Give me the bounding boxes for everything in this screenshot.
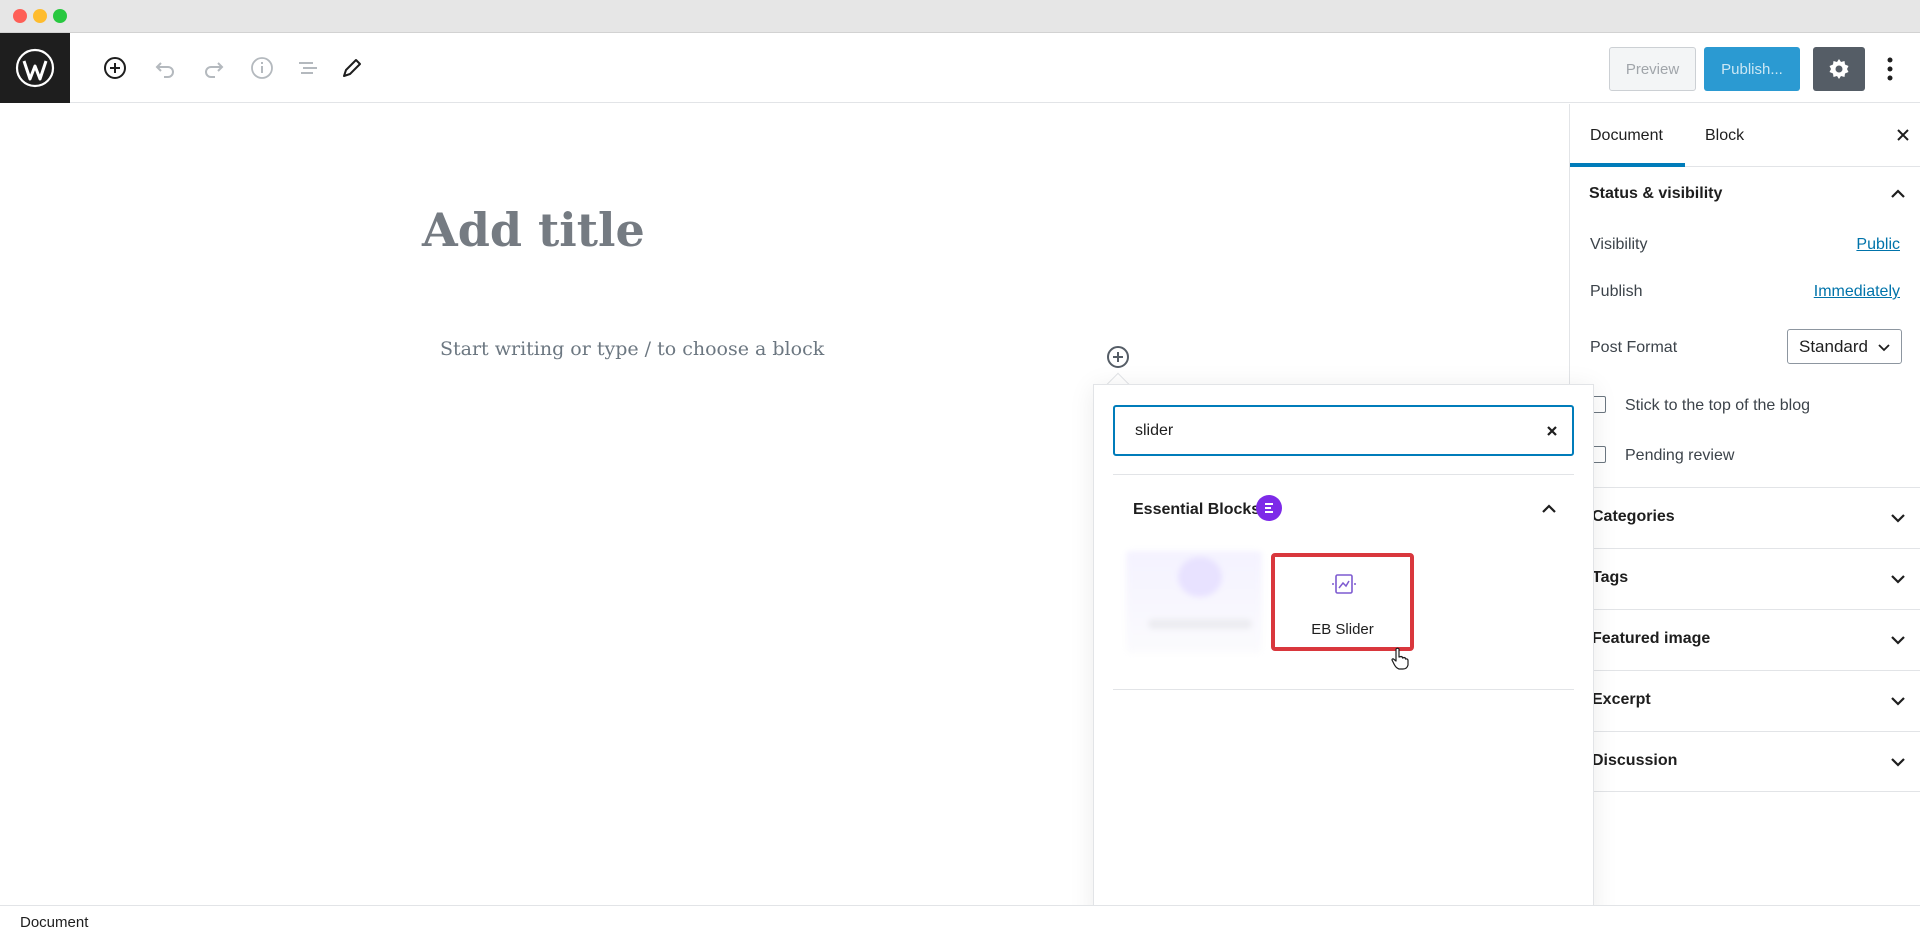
chevron-down-icon (1891, 575, 1905, 584)
publish-label: Publish (1590, 283, 1643, 300)
editor-footer: Document (0, 905, 1920, 935)
close-window-button[interactable] (13, 9, 27, 23)
post-format-select[interactable]: Standard (1787, 329, 1902, 364)
search-value: slider (1135, 421, 1174, 439)
gear-icon (1829, 59, 1849, 79)
redo-button[interactable] (198, 52, 230, 84)
chevron-down-icon (1891, 758, 1905, 767)
panel-categories[interactable]: Categories (1570, 487, 1920, 548)
slider-icon (1332, 574, 1356, 594)
essential-blocks-icon (1265, 503, 1273, 513)
preview-button[interactable]: Preview (1609, 47, 1696, 91)
undo-button[interactable] (149, 52, 181, 84)
paragraph-placeholder[interactable]: Start writing or type / to choose a bloc… (440, 338, 824, 360)
edit-mode-button[interactable] (336, 52, 368, 84)
more-vertical-icon (1887, 57, 1893, 81)
chevron-down-icon (1891, 514, 1905, 523)
window-titlebar (0, 0, 1920, 33)
add-block-icon (1107, 346, 1129, 368)
more-options-button[interactable] (1875, 47, 1905, 91)
editor-header: Preview Publish... (0, 33, 1920, 103)
panel-title: Status & visibility (1589, 185, 1723, 202)
breadcrumb[interactable]: Document (20, 914, 88, 931)
panel-excerpt[interactable]: Excerpt (1570, 670, 1920, 731)
divider (1113, 474, 1574, 475)
minimize-window-button[interactable] (33, 9, 47, 23)
block-label: EB Slider (1311, 621, 1374, 638)
outline-icon (299, 62, 317, 74)
panel-discussion[interactable]: Discussion (1570, 731, 1920, 792)
panel-title: Excerpt (1592, 691, 1651, 708)
blurred-block-icon (1178, 557, 1222, 597)
tab-block[interactable]: Block (1705, 104, 1744, 167)
info-button[interactable] (246, 52, 278, 84)
chevron-down-icon (1891, 697, 1905, 706)
pending-review-label: Pending review (1625, 447, 1735, 464)
stick-to-top-label: Stick to the top of the blog (1625, 397, 1811, 414)
category-title[interactable]: Essential Blocks (1133, 501, 1260, 519)
visibility-label: Visibility (1590, 236, 1648, 253)
chevron-up-icon[interactable] (1539, 499, 1559, 519)
blurred-block-item[interactable] (1126, 551, 1262, 653)
status-visibility-header[interactable]: Status & visibility (1570, 168, 1920, 216)
publish-date-link[interactable]: Immediately (1814, 283, 1900, 301)
panel-title: Featured image (1592, 630, 1711, 647)
add-block-button[interactable] (99, 52, 131, 84)
visibility-link[interactable]: Public (1856, 236, 1900, 254)
add-block-icon (104, 57, 126, 79)
chevron-up-icon (1891, 189, 1905, 198)
publish-button[interactable]: Publish... (1704, 47, 1800, 91)
clear-search-icon[interactable] (1545, 424, 1559, 438)
hand-pointer-cursor-icon (1391, 647, 1409, 670)
block-search-input[interactable]: slider (1113, 405, 1574, 456)
divider (1113, 689, 1574, 690)
wordpress-icon (15, 48, 55, 88)
info-icon (251, 57, 273, 79)
chevron-down-icon (1891, 636, 1905, 645)
wordpress-logo[interactable] (0, 33, 70, 103)
settings-button[interactable] (1813, 47, 1865, 91)
post-title-input[interactable]: Add title (422, 203, 645, 257)
blurred-block-label (1148, 619, 1252, 629)
settings-sidebar: Document Block Status & visibility Visib… (1569, 104, 1920, 904)
panel-tags[interactable]: Tags (1570, 548, 1920, 609)
pencil-icon (343, 59, 361, 77)
undo-icon (155, 62, 174, 78)
panel-title: Tags (1592, 569, 1629, 586)
panel-featured-image[interactable]: Featured image (1570, 609, 1920, 670)
block-inserter-popover: slider Essential Blocks EB Slider (1093, 384, 1594, 922)
outline-button[interactable] (292, 52, 324, 84)
close-icon[interactable] (1894, 126, 1912, 144)
panel-title: Discussion (1592, 752, 1678, 769)
chevron-down-icon (1878, 344, 1890, 352)
eb-slider-block-item[interactable]: EB Slider (1271, 553, 1414, 651)
essential-blocks-badge (1256, 495, 1282, 521)
sidebar-tabs: Document Block (1570, 104, 1920, 167)
tab-document[interactable]: Document (1570, 104, 1685, 167)
inline-add-block-button[interactable] (1105, 344, 1131, 370)
post-format-label: Post Format (1590, 339, 1678, 356)
maximize-window-button[interactable] (53, 9, 67, 23)
post-format-value: Standard (1799, 336, 1868, 356)
panel-title: Categories (1592, 508, 1675, 525)
redo-icon (205, 62, 224, 78)
